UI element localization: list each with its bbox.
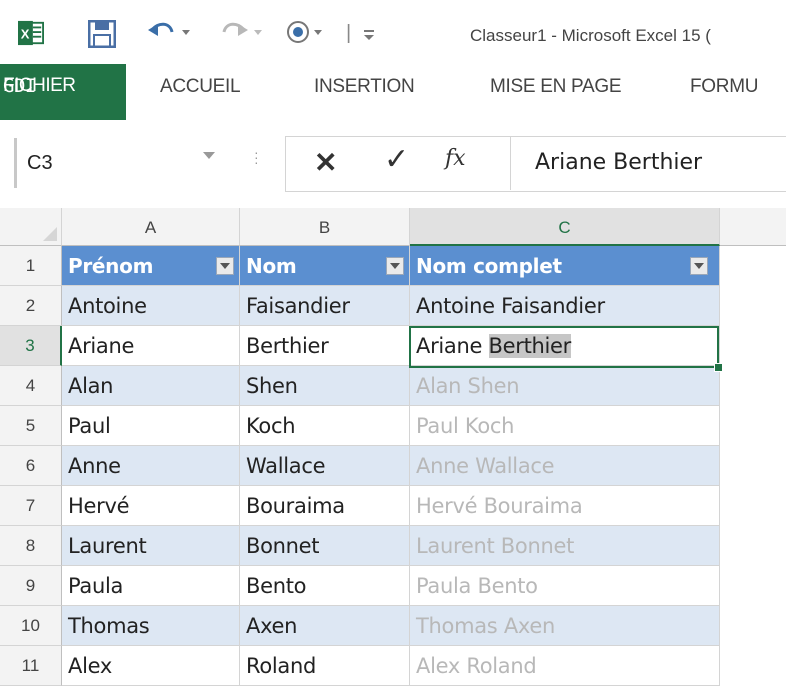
row-header[interactable]: 2 xyxy=(0,286,62,326)
cancel-icon[interactable]: ✕ xyxy=(314,146,337,179)
table-cell[interactable]: Berthier xyxy=(240,326,410,366)
row-header[interactable]: 11 xyxy=(0,646,62,686)
row-header[interactable]: 5 xyxy=(0,406,62,446)
redo-icon[interactable] xyxy=(222,20,266,44)
table-cell[interactable]: Shen xyxy=(240,366,410,406)
table-cell[interactable]: Ariane xyxy=(62,326,240,366)
row-header[interactable]: 10 xyxy=(0,606,62,646)
table-cell[interactable]: Koch xyxy=(240,406,410,446)
toolbar-separator: | xyxy=(346,22,352,44)
table-cell[interactable]: Laurent xyxy=(62,526,240,566)
formula-bar: C3 · · · ✕ ✓ fx Ariane Berthier xyxy=(0,128,786,196)
row-header[interactable]: 9 xyxy=(0,566,62,606)
window-title: Classeur1 - Microsoft Excel 15 ( xyxy=(470,26,711,45)
formula-text: Ariane Berthier xyxy=(535,150,703,175)
column-header-a[interactable]: A xyxy=(62,208,240,246)
row-header-active[interactable]: 3 xyxy=(0,326,62,366)
name-box[interactable]: C3 xyxy=(14,138,222,188)
column-header-b[interactable]: B xyxy=(240,208,410,246)
customize-toolbar-icon[interactable] xyxy=(362,28,376,42)
row-header[interactable]: 6 xyxy=(0,446,62,486)
table-cell[interactable]: Alex xyxy=(62,646,240,686)
tab-formulas[interactable]: FORMU xyxy=(690,76,758,98)
select-all-icon xyxy=(43,227,57,241)
typed-text: Ariane xyxy=(416,334,489,358)
table-cell[interactable]: Antoine xyxy=(62,286,240,326)
flash-fill-preview-cell[interactable]: Laurent Bonnet xyxy=(410,526,720,566)
filter-dropdown-icon[interactable] xyxy=(216,257,234,275)
flash-fill-preview-cell[interactable]: Anne Wallace xyxy=(410,446,720,486)
flash-fill-preview-cell[interactable]: Alex Roland xyxy=(410,646,720,686)
flash-fill-preview-cell[interactable]: Paula Bento xyxy=(410,566,720,606)
table-cell[interactable]: Roland xyxy=(240,646,410,686)
insert-function-icon[interactable]: fx xyxy=(445,146,466,171)
table-header-cell-nom-complet[interactable]: Nom complet xyxy=(410,246,720,286)
table-header-label: Nom complet xyxy=(416,254,562,278)
tab-insert[interactable]: INSERTION xyxy=(314,76,415,98)
table-cell[interactable]: Bento xyxy=(240,566,410,606)
enter-icon[interactable]: ✓ xyxy=(384,142,409,177)
table-cell[interactable]: Hervé xyxy=(62,486,240,526)
column-header-c[interactable]: C xyxy=(410,208,720,246)
undo-icon[interactable] xyxy=(148,20,192,44)
table-cell[interactable]: Faisandier xyxy=(240,286,410,326)
fill-handle[interactable] xyxy=(714,363,723,372)
title-bar: X | Classeur1 - Microsoft Excel 15 ( xyxy=(0,0,786,64)
flash-fill-preview-cell[interactable]: Alan Shen xyxy=(410,366,720,406)
tab-page-layout[interactable]: MISE EN PAGE xyxy=(490,76,622,98)
table-cell[interactable]: Bonnet xyxy=(240,526,410,566)
table-cell[interactable]: Antoine Faisandier xyxy=(410,286,720,326)
flash-fill-preview-cell[interactable]: Hervé Bouraima xyxy=(410,486,720,526)
row-header[interactable]: 8 xyxy=(0,526,62,566)
table-header-label: Prénom xyxy=(68,254,154,278)
table-header-cell-nom[interactable]: Nom xyxy=(240,246,410,286)
svg-text:X: X xyxy=(21,27,30,42)
table-cell[interactable]: Alan xyxy=(62,366,240,406)
table-header-label: Nom xyxy=(246,254,297,278)
column-header-d[interactable] xyxy=(720,208,786,246)
formula-bar-grip-icon[interactable]: · · · xyxy=(254,145,259,169)
row-header[interactable]: 1 xyxy=(0,246,62,286)
name-box-dropdown-icon[interactable] xyxy=(203,152,215,159)
autocomplete-suggestion: Berthier xyxy=(488,334,572,358)
save-icon[interactable] xyxy=(88,20,116,48)
table-cell[interactable]: Anne xyxy=(62,446,240,486)
table-cell[interactable]: Wallace xyxy=(240,446,410,486)
flash-fill-preview-cell[interactable]: Thomas Axen xyxy=(410,606,720,646)
table-cell[interactable]: Thomas xyxy=(62,606,240,646)
table-cell[interactable]: Paul xyxy=(62,406,240,446)
touch-mode-icon[interactable] xyxy=(286,20,326,48)
tab-file[interactable]: FICHIER GDI xyxy=(0,64,126,120)
gdi-label: GDI xyxy=(3,75,36,97)
filter-dropdown-icon[interactable] xyxy=(690,257,708,275)
name-box-value: C3 xyxy=(27,152,53,174)
row-header[interactable]: 7 xyxy=(0,486,62,526)
table-header-cell-prenom[interactable]: Prénom xyxy=(62,246,240,286)
formula-input[interactable]: Ariane Berthier xyxy=(510,136,786,190)
table-cell[interactable]: Paula xyxy=(62,566,240,606)
row-header[interactable]: 4 xyxy=(0,366,62,406)
excel-logo-icon: X xyxy=(18,20,44,46)
active-cell-c3[interactable]: Ariane Berthier xyxy=(410,326,720,366)
table-cell[interactable]: Bouraima xyxy=(240,486,410,526)
filter-dropdown-icon[interactable] xyxy=(386,257,404,275)
flash-fill-preview-cell[interactable]: Paul Koch xyxy=(410,406,720,446)
tab-home[interactable]: ACCUEIL xyxy=(160,76,241,98)
select-all-corner[interactable] xyxy=(0,208,62,246)
table-cell[interactable]: Axen xyxy=(240,606,410,646)
ribbon-tabs: FICHIER GDI ACCUEIL INSERTION MISE EN PA… xyxy=(0,64,786,120)
